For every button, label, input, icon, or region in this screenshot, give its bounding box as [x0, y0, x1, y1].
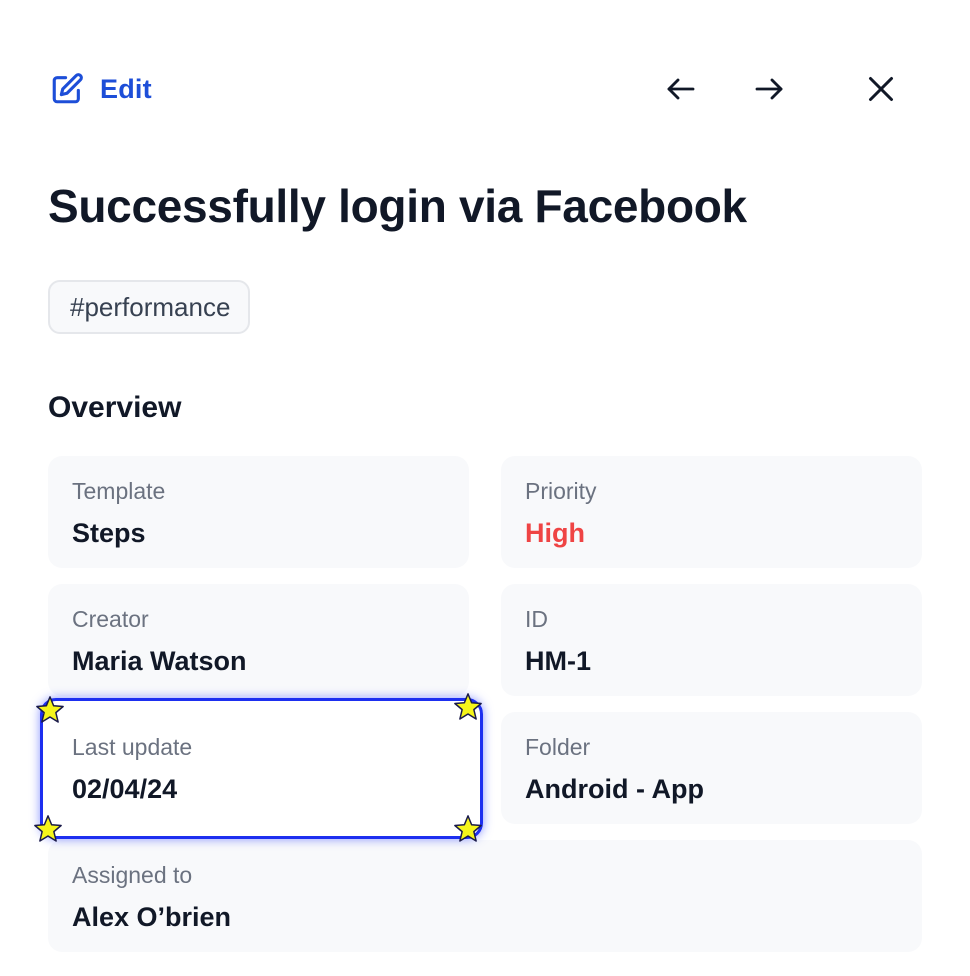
template-card: Template Steps	[48, 456, 469, 568]
folder-value: Android - App	[525, 774, 704, 804]
folder-card: Folder Android - App	[501, 712, 922, 824]
template-label: Template	[72, 478, 166, 504]
arrow-right-icon	[751, 71, 787, 107]
overview-heading: Overview	[48, 391, 182, 424]
page-title: Successfully login via Facebook	[48, 180, 747, 232]
close-icon	[863, 71, 899, 107]
assigned-to-label: Assigned to	[72, 862, 193, 888]
id-card: ID HM-1	[501, 584, 922, 696]
last-update-label: Last update	[72, 734, 193, 760]
id-value: HM-1	[525, 646, 591, 676]
top-bar: Edit	[0, 0, 970, 176]
creator-card: Creator Maria Watson	[48, 584, 469, 696]
last-update-value: 02/04/24	[72, 774, 178, 804]
tag-chip[interactable]: #performance	[48, 280, 251, 334]
close-button[interactable]	[860, 68, 902, 110]
priority-label: Priority	[525, 478, 597, 504]
template-value: Steps	[72, 518, 146, 548]
creator-label: Creator	[72, 606, 149, 632]
edit-button[interactable]: Edit	[50, 70, 152, 108]
edit-icon	[50, 72, 84, 106]
next-button[interactable]	[748, 68, 790, 110]
folder-label: Folder	[525, 734, 591, 760]
last-update-card: Last update 02/04/24	[48, 712, 469, 824]
priority-card: Priority High	[501, 456, 922, 568]
arrow-left-icon	[663, 71, 699, 107]
previous-button[interactable]	[660, 68, 702, 110]
creator-value: Maria Watson	[72, 646, 247, 676]
priority-value: High	[525, 518, 585, 548]
id-label: ID	[525, 606, 548, 632]
edit-label: Edit	[100, 73, 152, 104]
assigned-to-value: Alex O’brien	[72, 902, 232, 932]
assigned-to-card: Assigned to Alex O’brien	[48, 840, 922, 952]
